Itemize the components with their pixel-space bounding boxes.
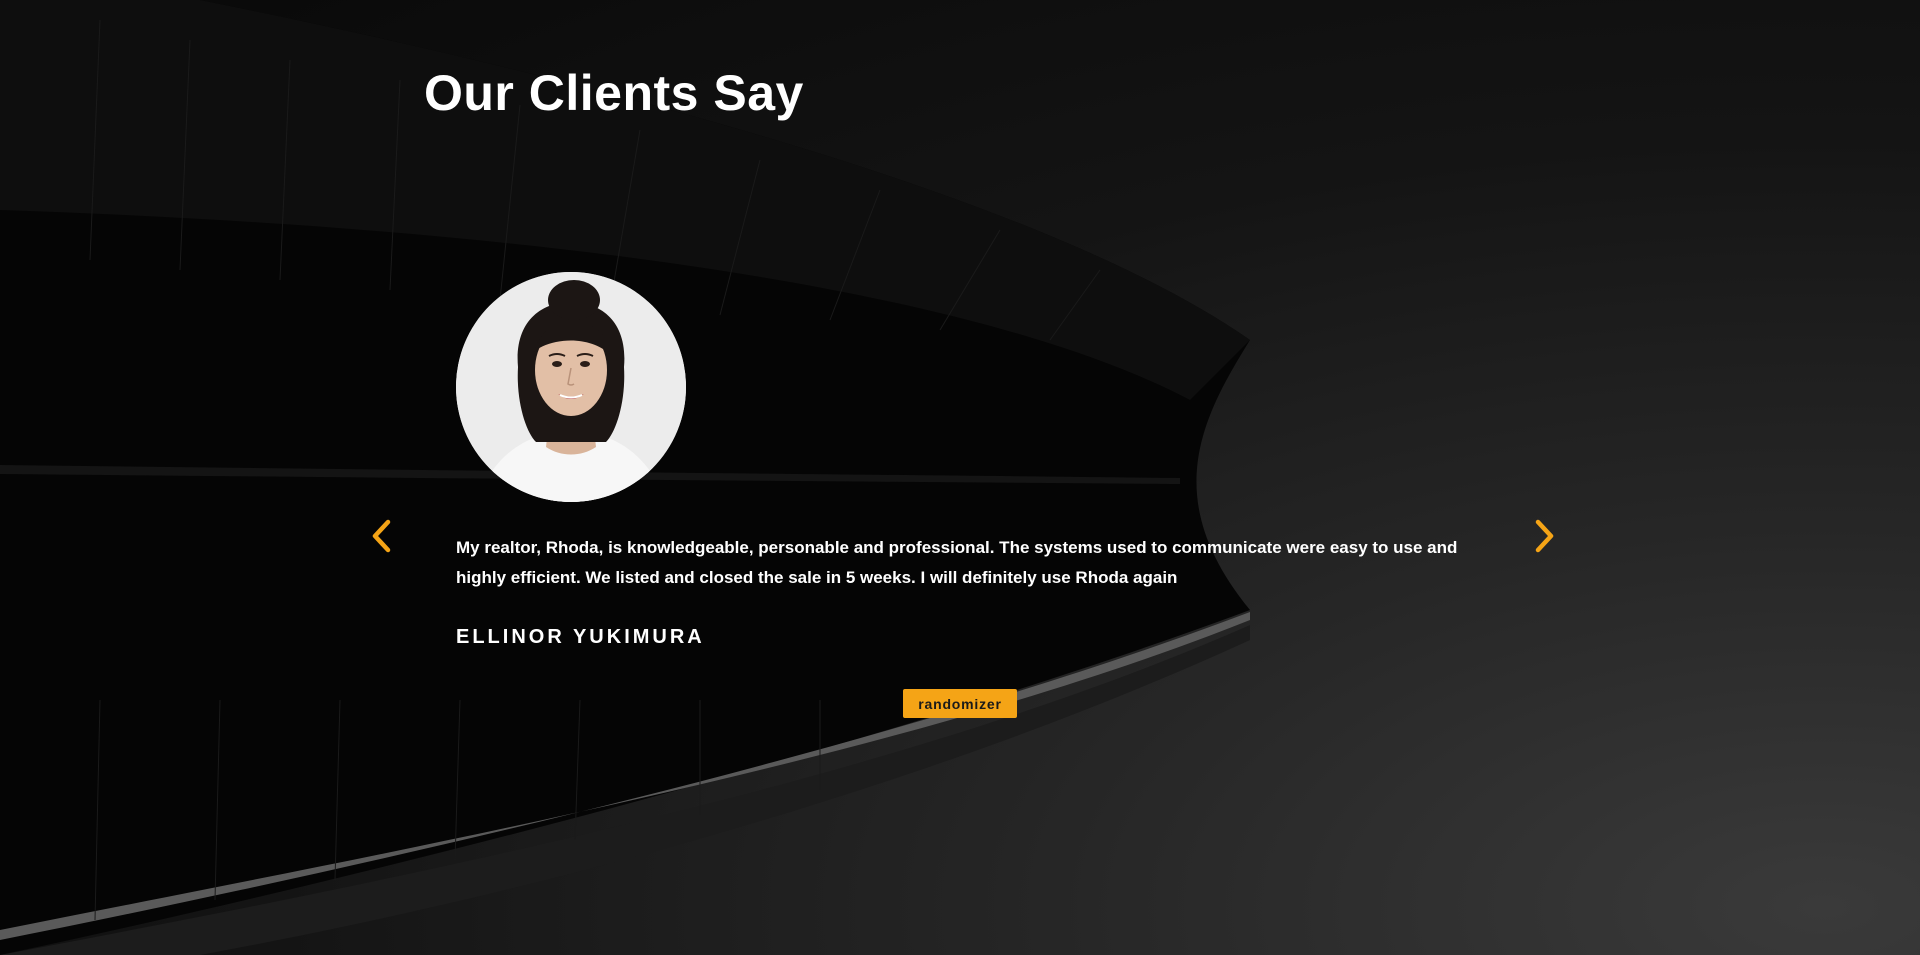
testimonials-section: Our Clients Say My realtor, Rhoda, is kn… <box>0 0 1920 955</box>
randomizer-button[interactable]: randomizer <box>903 689 1017 718</box>
section-title: Our Clients Say <box>424 65 804 121</box>
next-testimonial-button[interactable] <box>1530 516 1560 556</box>
chevron-left-icon <box>372 519 391 553</box>
chevron-right-icon <box>1535 519 1554 553</box>
prev-testimonial-button[interactable] <box>366 516 396 556</box>
background-architecture-image <box>0 0 1250 955</box>
testimonial-author: ELLINOR YUKIMURA <box>456 626 705 648</box>
client-avatar <box>456 272 686 502</box>
testimonial-quote: My realtor, Rhoda, is knowledgeable, per… <box>456 538 1458 587</box>
client-portrait-image <box>456 272 686 502</box>
